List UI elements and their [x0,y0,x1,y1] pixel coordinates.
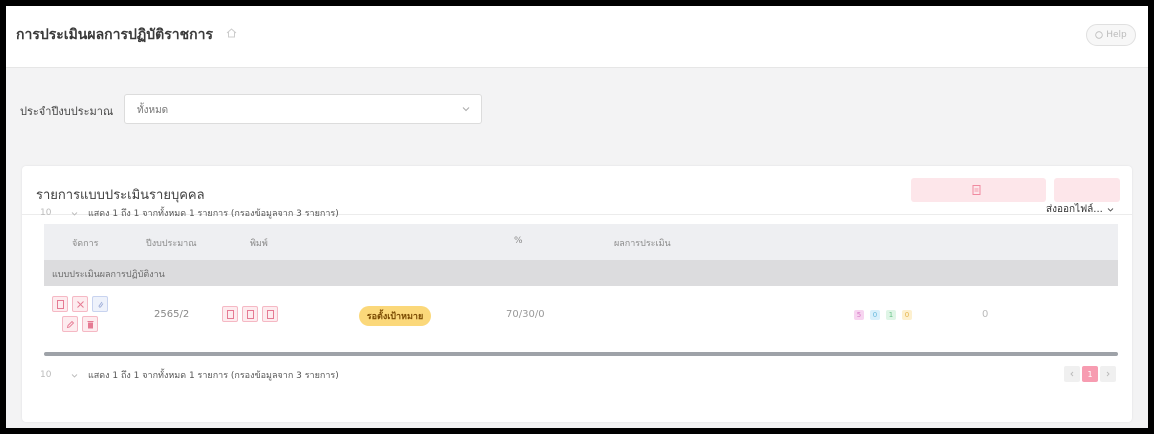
add-data-button[interactable] [1054,178,1120,202]
chevron-right-icon [1106,371,1110,377]
indicator-report-button[interactable] [911,178,1046,202]
pencil-icon [66,320,74,328]
document-icon [246,309,254,319]
document-icon [266,309,274,319]
score-badge: 0 [902,310,912,320]
pagination: 1 [1064,366,1116,382]
col-result[interactable]: ผลการประเมิน [614,236,671,250]
table-group-row: แบบประเมินผลการปฏิบัติงาน [44,260,1118,286]
row-indicators: 0 [982,309,989,320]
pager-bottom: 10 แสดง 1 ถึง 1 จากทั้งหมด 1 รายการ (กรอ… [36,364,339,386]
home-icon[interactable] [226,28,237,38]
next-page-button[interactable] [1100,366,1116,382]
assessment-card: รายการแบบประเมินรายบุคคล 10 แสดง 1 ถึง 1… [22,166,1132,422]
print-button-1[interactable] [222,306,238,322]
fiscal-year-label: ประจำปีงบประมาณ [20,105,114,118]
per-page-select-top[interactable]: 10 [36,204,82,222]
edit-button[interactable] [62,316,78,332]
score-badge: 5 [854,310,864,320]
chevron-down-icon [71,211,78,216]
page-header: การประเมินผลการปฏิบัติราชการ Help [6,6,1148,68]
delete-button[interactable] [82,316,98,332]
filter-bar: ประจำปีงบประมาณ ทั้งหมด [6,68,1148,160]
table-row: 2565/2 รอตั้งเป้าหมาย 70/30/0 5 0 1 0 0 [44,286,1118,346]
col-print: พิมพ์ [250,239,268,249]
help-button[interactable]: Help [1086,24,1136,46]
chevron-left-icon [1070,371,1074,377]
col-manage: จัดการ [72,239,99,249]
status-badge: รอตั้งเป้าหมาย [359,306,431,326]
table-header: จัดการ ปีงบประมาณ พิมพ์ % ผลการประเมิน [44,224,1118,260]
pager-summary-top: แสดง 1 ถึง 1 จากทั้งหมด 1 รายการ (กรองข้… [88,209,339,219]
row-percent: 70/30/0 [506,309,545,320]
help-label: Help [1106,30,1127,40]
document-icon [226,309,234,319]
pager-top: 10 แสดง 1 ถึง 1 จากทั้งหมด 1 รายการ (กรอ… [36,202,339,224]
document-icon [56,299,64,309]
score-badge: 1 [886,310,896,320]
paperclip-icon [98,301,103,308]
chevron-down-icon [462,107,470,112]
help-circle-icon [1095,31,1103,39]
fiscal-year-value: ทั้งหมด [137,105,169,116]
view-button[interactable] [52,296,68,312]
document-icon [972,185,981,195]
attach-button[interactable] [92,296,108,312]
per-page-select-bottom[interactable]: 10 [36,366,82,384]
group-label: แบบประเมินผลการปฏิบัติงาน [52,270,165,280]
export-dropdown[interactable]: ส่งออกไฟล์... [1046,202,1114,217]
chevron-down-icon [1107,208,1114,212]
fiscal-year-select[interactable]: ทั้งหมด [124,94,482,124]
row-year: 2565/2 [154,309,190,320]
per-page-value-top: 10 [40,208,52,218]
excel-icon [76,300,84,308]
chevron-down-icon [71,373,78,378]
page-button-current[interactable]: 1 [1082,366,1098,382]
trash-icon [87,320,93,328]
print-button-3[interactable] [262,306,278,322]
export-label: ส่งออกไฟล์... [1046,204,1103,215]
pager-summary-bottom: แสดง 1 ถึง 1 จากทั้งหมด 1 รายการ (กรองข้… [88,371,339,381]
col-percent[interactable]: % [514,236,523,246]
horizontal-scrollbar[interactable] [44,352,1118,356]
score-badge: 0 [870,310,880,320]
excel-button[interactable] [72,296,88,312]
col-year[interactable]: ปีงบประมาณ [146,236,197,250]
per-page-value-bottom: 10 [40,370,52,380]
print-button-2[interactable] [242,306,258,322]
page-title: การประเมินผลการปฏิบัติราชการ [16,27,214,43]
app-frame: การประเมินผลการปฏิบัติราชการ Help ประจำป… [6,6,1148,428]
prev-page-button[interactable] [1064,366,1080,382]
